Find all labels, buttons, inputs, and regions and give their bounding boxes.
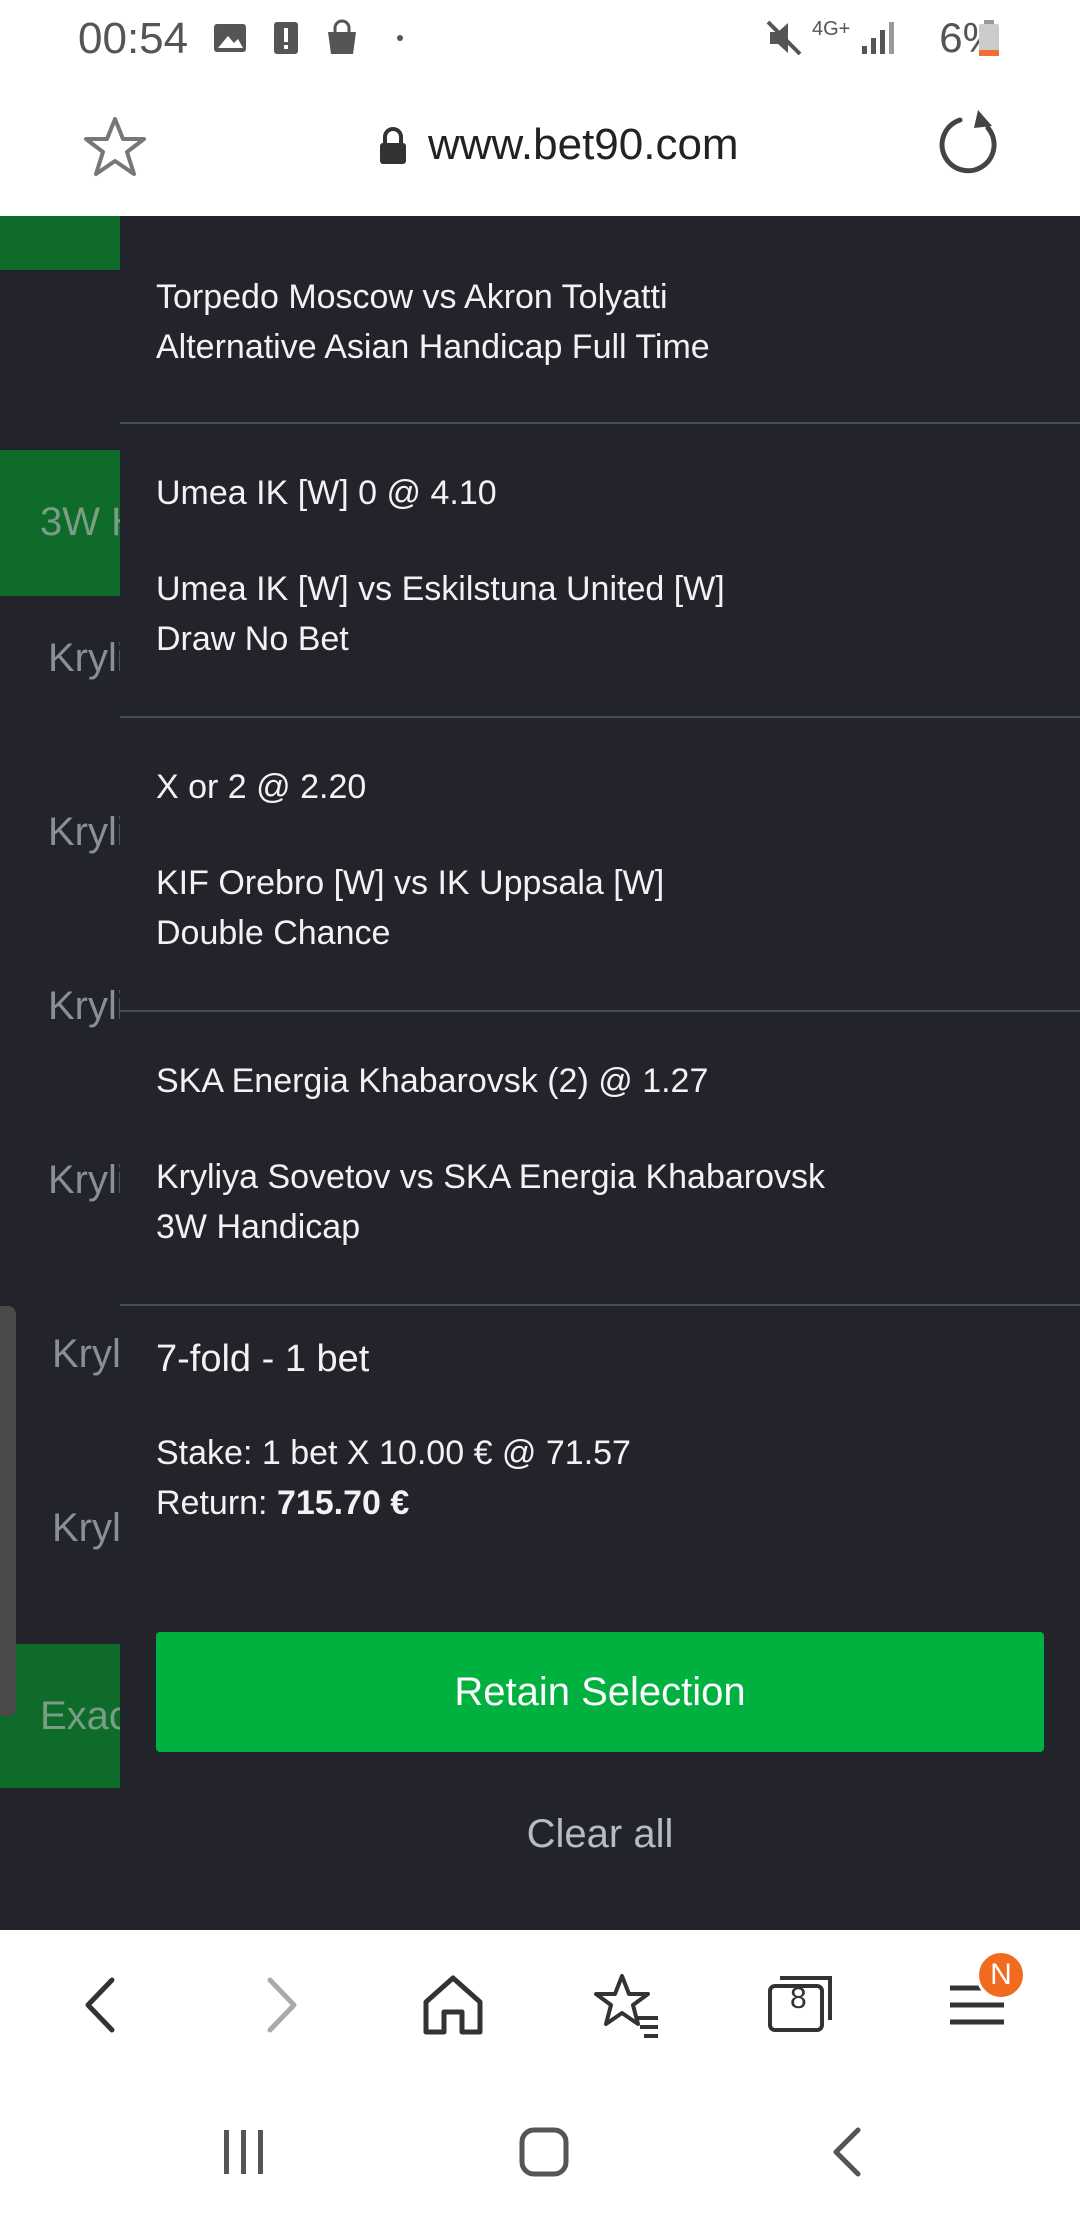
background-row-label[interactable]: Kryli [52,1506,130,1551]
battery-icon [979,20,999,56]
bet-market: 3W Handicap [156,1208,361,1246]
bag-icon [328,19,356,54]
bet-match: Umea IK [W] vs Eskilstuna United [W] [156,570,725,608]
lock-icon [380,127,406,164]
bet-match: Kryliya Sovetov vs SKA Energia Khabarovs… [156,1158,825,1196]
status-time: 00:54 [78,14,189,63]
notification-badge: N [976,1950,1026,2000]
bet-selection: X or 2 @ 2.20 [156,768,367,806]
home-nav-icon[interactable] [514,2122,574,2182]
system-nav-bar [0,2080,1080,2220]
bet-item: Umea IK [W] 0 @ 4.10 Umea IK [W] vs Eski… [120,424,1080,718]
background-market-label: Exac [40,1694,129,1738]
return-label: Return: [156,1484,268,1522]
bet-summary-title: 7-fold - 1 bet [156,1338,370,1380]
bet-market: Alternative Asian Handicap Full Time [156,328,710,366]
bet-match: Torpedo Moscow vs Akron Tolyatti [156,278,668,316]
url-text[interactable]: www.bet90.com [428,120,739,170]
network-type: 4G+ [812,18,851,40]
bet-item: X or 2 @ 2.20 KIF Orebro [W] vs IK Uppsa… [120,718,1080,1012]
image-icon [214,24,246,52]
bet-item: Torpedo Moscow vs Akron Tolyatti Alterna… [120,216,1080,424]
stake-value: 1 bet X 10.00 € @ 71.57 [261,1434,631,1472]
background-row-label[interactable]: Kryli [52,1332,130,1377]
alert-icon [274,22,298,54]
recent-apps-icon[interactable] [214,2122,274,2182]
retain-selection-button[interactable]: Retain Selection [156,1632,1044,1752]
url-bar[interactable]: www.bet90.com [0,76,1080,216]
browser-toolbar: 8 N [0,1930,1080,2080]
star-icon[interactable] [82,114,148,180]
page-content: 3W H Kryliy Kryliy Kryliy Kryliy Kryli K… [0,216,1080,1930]
signal-icon [862,22,894,54]
forward-icon[interactable] [244,1970,314,2040]
status-bar: 00:54 4G+ 6% [0,0,1080,76]
reload-icon[interactable] [930,106,1006,182]
bet-selection: Umea IK [W] 0 @ 4.10 [156,474,497,512]
return-value: 715.70 € [276,1484,410,1522]
clear-all-button[interactable]: Clear all [120,1812,1080,1857]
stake-label: Stake: [156,1434,253,1472]
home-icon[interactable] [418,1970,488,2040]
mute-icon [766,20,802,56]
bookmarks-icon[interactable] [592,1970,662,2040]
side-drawer-handle[interactable] [0,1306,16,1716]
bet-selection: SKA Energia Khabarovsk (2) @ 1.27 [156,1062,709,1100]
background-market-header[interactable]: 3W H [0,450,140,596]
back-icon[interactable] [68,1970,138,2040]
bet-market: Draw No Bet [156,620,349,658]
bet-slip-panel: Torpedo Moscow vs Akron Tolyatti Alterna… [120,216,1080,1930]
background-market-header[interactable]: Exac [0,1644,129,1788]
bet-market: Double Chance [156,914,391,952]
stake-line: Stake: 1 bet X 10.00 € @ 71.57 [156,1434,631,1473]
dot-icon [397,35,403,41]
tab-count: 8 [790,1982,807,2015]
return-line: Return: 715.70 € [156,1484,409,1523]
background-green-block [0,216,120,270]
back-nav-icon[interactable] [818,2122,878,2182]
bet-item: SKA Energia Khabarovsk (2) @ 1.27 Kryliy… [120,1012,1080,1306]
bet-match: KIF Orebro [W] vs IK Uppsala [W] [156,864,665,902]
